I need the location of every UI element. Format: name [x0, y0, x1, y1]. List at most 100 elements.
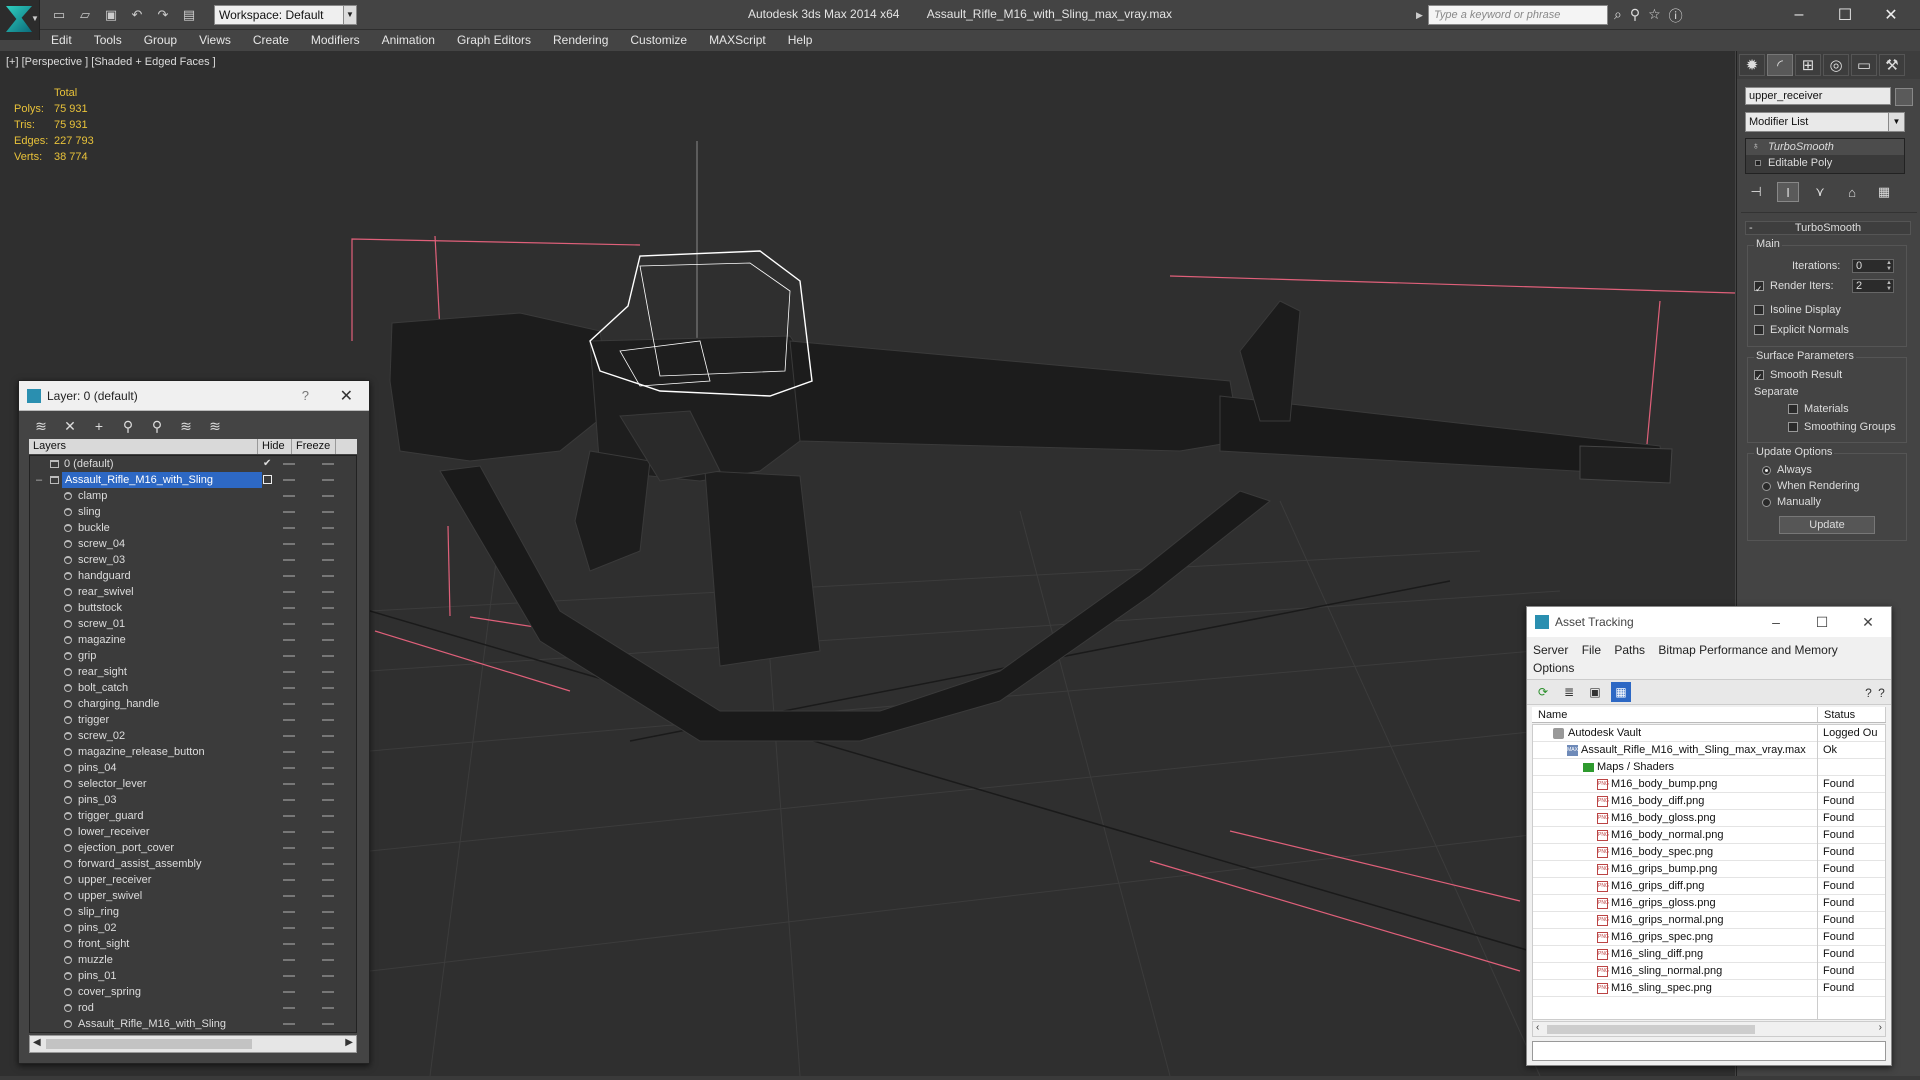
freeze-toggle[interactable] — [322, 463, 334, 465]
current-layer-check-icon[interactable]: ✔ — [263, 456, 271, 472]
hide-toggle[interactable] — [283, 623, 295, 625]
menu-customize[interactable]: Customize — [619, 33, 698, 47]
chevron-right-icon[interactable]: ▶ — [1416, 5, 1428, 25]
freeze-toggle[interactable] — [322, 783, 334, 785]
layer-object-row[interactable]: buckle — [30, 520, 356, 536]
select-objects-icon[interactable]: ⚲ — [118, 418, 138, 435]
layer-object-row[interactable]: pins_02 — [30, 920, 356, 936]
menu-modifiers[interactable]: Modifiers — [300, 33, 371, 47]
display-tab-icon[interactable]: ▭ — [1851, 54, 1877, 76]
menu-group[interactable]: Group — [133, 33, 188, 47]
layer-object-row[interactable]: screw_04 — [30, 536, 356, 552]
materials-checkbox[interactable] — [1788, 404, 1798, 415]
hide-toggle[interactable] — [283, 527, 295, 529]
layer-window-titlebar[interactable]: Layer: 0 (default) ? ✕ — [19, 381, 369, 411]
search-icon[interactable]: ⚲ — [1630, 6, 1640, 26]
asset-menu-paths[interactable]: Paths — [1614, 643, 1645, 657]
render-iters-spinner[interactable]: 2 ▲ ▼ — [1852, 279, 1894, 293]
freeze-toggle[interactable] — [322, 1007, 334, 1009]
layer-object-row[interactable]: charging_handle — [30, 696, 356, 712]
hide-toggle[interactable] — [283, 655, 295, 657]
hide-toggle[interactable] — [283, 511, 295, 513]
pin-stack-icon[interactable]: ⊣ — [1745, 182, 1767, 202]
hierarchy-tab-icon[interactable]: ⊞ — [1795, 54, 1821, 76]
freeze-toggle[interactable] — [322, 495, 334, 497]
layer-object-row[interactable]: bolt_catch — [30, 680, 356, 696]
scroll-thumb[interactable] — [1547, 1025, 1755, 1034]
asset-file-row[interactable]: PNG M16_body_spec.png Found — [1533, 844, 1885, 861]
asset-file-row[interactable]: PNG M16_body_normal.png Found — [1533, 827, 1885, 844]
layer-object-row[interactable]: handguard — [30, 568, 356, 584]
freeze-toggle[interactable] — [322, 671, 334, 673]
asset-file-row[interactable]: PNG M16_grips_normal.png Found — [1533, 912, 1885, 929]
utilities-tab-icon[interactable]: ⚒ — [1879, 54, 1905, 76]
freeze-toggle[interactable] — [322, 591, 334, 593]
help-icon[interactable]: ? — [1865, 683, 1872, 703]
hide-toggle[interactable] — [283, 1007, 295, 1009]
explicit-normals-checkbox[interactable] — [1754, 325, 1764, 336]
freeze-toggle[interactable] — [322, 687, 334, 689]
layer-object-row[interactable]: ejection_port_cover — [30, 840, 356, 856]
new-icon[interactable]: ▭ — [48, 6, 70, 24]
asset-file-row[interactable]: PNG M16_body_bump.png Found — [1533, 776, 1885, 793]
stack-item-editable-poly[interactable]: Editable Poly — [1746, 155, 1904, 171]
make-unique-icon[interactable]: ⋎ — [1809, 182, 1831, 202]
scroll-right-icon[interactable]: ▶ — [345, 1037, 353, 1048]
layer-object-row[interactable]: pins_04 — [30, 760, 356, 776]
refresh-icon[interactable]: ⟳ — [1533, 682, 1553, 702]
layer-object-row[interactable]: Assault_Rifle_M16_with_Sling — [30, 1016, 356, 1032]
freeze-toggle[interactable] — [322, 543, 334, 545]
hide-toggle[interactable] — [283, 911, 295, 913]
maximize-icon[interactable]: ☐ — [1799, 607, 1845, 637]
menu-edit[interactable]: Edit — [40, 33, 83, 47]
layer-object-row[interactable]: selector_lever — [30, 776, 356, 792]
modifier-list-dropdown[interactable]: Modifier List ▼ — [1745, 112, 1905, 132]
hide-toggle[interactable] — [283, 719, 295, 721]
scroll-left-icon[interactable]: ◀ — [33, 1037, 41, 1048]
freeze-toggle[interactable] — [322, 607, 334, 609]
hide-all-icon[interactable]: ≋ — [176, 418, 196, 435]
freeze-toggle[interactable] — [322, 479, 334, 481]
smooth-result-checkbox[interactable] — [1754, 368, 1764, 386]
minimize-icon[interactable]: – — [1753, 607, 1799, 637]
hide-toggle[interactable] — [283, 735, 295, 737]
layer-object-row[interactable]: lower_receiver — [30, 824, 356, 840]
hide-toggle[interactable] — [283, 815, 295, 817]
freeze-toggle[interactable] — [322, 623, 334, 625]
freeze-toggle[interactable] — [322, 559, 334, 561]
menu-tools[interactable]: Tools — [83, 33, 133, 47]
layer-object-row[interactable]: grip — [30, 648, 356, 664]
layer-object-row[interactable]: clamp — [30, 488, 356, 504]
freeze-toggle[interactable] — [322, 575, 334, 577]
hide-toggle[interactable] — [283, 895, 295, 897]
freeze-toggle[interactable] — [322, 703, 334, 705]
close-icon[interactable]: ✕ — [1845, 607, 1891, 637]
asset-file-row[interactable]: PNG M16_body_diff.png Found — [1533, 793, 1885, 810]
highlight-layer-icon[interactable]: ⚲ — [147, 418, 167, 435]
delete-layer-icon[interactable]: ✕ — [60, 418, 80, 435]
search-input[interactable]: Type a keyword or phrase — [1428, 5, 1608, 25]
layer-horizontal-scrollbar[interactable]: ◀ ▶ — [29, 1035, 357, 1053]
hide-toggle[interactable] — [283, 879, 295, 881]
menu-help[interactable]: Help — [777, 33, 824, 47]
iterations-spinner[interactable]: 0 ▲ ▼ — [1852, 259, 1894, 273]
layer-object-row[interactable]: buttstock — [30, 600, 356, 616]
chevron-down-icon[interactable]: ▼ — [343, 5, 357, 25]
layer-object-row[interactable]: forward_assist_assembly — [30, 856, 356, 872]
layer-list[interactable]: 0 (default) ✔ – Assault_Rifle_M16_with_Sli… — [29, 455, 357, 1033]
workspace-select[interactable]: Workspace: Default — [214, 5, 344, 25]
hide-toggle[interactable] — [283, 703, 295, 705]
hide-toggle[interactable] — [283, 575, 295, 577]
hide-toggle[interactable] — [283, 783, 295, 785]
freeze-toggle[interactable] — [322, 815, 334, 817]
freeze-toggle[interactable] — [322, 751, 334, 753]
col-name[interactable]: Name — [1532, 707, 1818, 722]
menu-rendering[interactable]: Rendering — [542, 33, 619, 47]
vault-help-icon[interactable]: ? — [1878, 683, 1885, 703]
layer-object-row[interactable]: magazine — [30, 632, 356, 648]
modify-tab-icon[interactable]: ◜ — [1767, 54, 1793, 76]
layer-object-row[interactable]: sling — [30, 504, 356, 520]
layer-object-row[interactable]: trigger_guard — [30, 808, 356, 824]
create-tab-icon[interactable]: ✹ — [1739, 54, 1765, 76]
freeze-toggle[interactable] — [322, 735, 334, 737]
